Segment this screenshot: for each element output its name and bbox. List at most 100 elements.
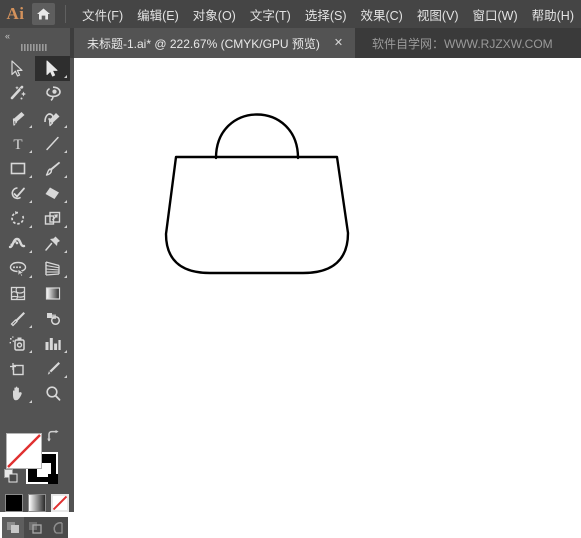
tool-eyedropper[interactable]	[0, 306, 35, 331]
tool-type[interactable]: T	[0, 131, 35, 156]
paintbrush-icon	[45, 161, 60, 176]
menu-effect[interactable]: 效果(C)	[353, 5, 409, 24]
handbag-path[interactable]	[74, 58, 581, 512]
tool-scale[interactable]	[35, 206, 70, 231]
tool-row	[0, 181, 70, 206]
tool-column-graph[interactable]	[35, 331, 70, 356]
illustrator-window: Ai 文件(F) 编辑(E) 对象(O) 文字(T) 选择(S) 效果(C) 视…	[0, 0, 581, 538]
arrow-solid-icon	[46, 60, 58, 77]
home-button[interactable]	[32, 3, 56, 25]
tool-flyout-corner	[29, 325, 32, 328]
tool-rotate[interactable]	[0, 206, 35, 231]
tool-flyout-corner	[29, 225, 32, 228]
artboard-icon	[10, 363, 24, 376]
tool-width[interactable]	[0, 231, 35, 256]
swatch-gradient[interactable]	[28, 494, 46, 512]
document-canvas[interactable]	[74, 58, 581, 512]
draw-inside[interactable]	[46, 517, 68, 538]
color-mode-swatches	[0, 490, 70, 516]
eraser-icon	[45, 187, 59, 199]
tool-lasso[interactable]	[35, 81, 70, 106]
menu-bar: Ai 文件(F) 编辑(E) 对象(O) 文字(T) 选择(S) 效果(C) 视…	[0, 0, 581, 28]
tool-row: T	[0, 131, 70, 156]
menu-type[interactable]: 文字(T)	[243, 5, 298, 24]
tool-row	[0, 206, 70, 231]
home-icon	[37, 8, 51, 20]
fill-swatch[interactable]	[6, 433, 42, 469]
tool-symbol-sprayer[interactable]	[0, 331, 35, 356]
tool-magic-wand[interactable]	[0, 81, 35, 106]
draw-normal-icon	[7, 522, 19, 533]
tool-hand[interactable]	[0, 381, 35, 406]
tool-zoom[interactable]	[35, 381, 70, 406]
symbol-sprayer-icon	[9, 336, 25, 351]
tool-row	[0, 306, 70, 331]
swatch-none[interactable]	[51, 494, 69, 512]
tool-eraser[interactable]	[35, 181, 70, 206]
curvature-icon	[44, 113, 60, 127]
tool-row	[0, 156, 70, 181]
tool-paintbrush[interactable]	[35, 156, 70, 181]
pushpin-icon	[44, 236, 60, 251]
line-icon	[46, 136, 59, 151]
tool-row	[0, 331, 70, 356]
tool-artboard[interactable]	[0, 356, 35, 381]
tool-pen[interactable]	[0, 106, 35, 131]
tool-direct-selection[interactable]	[35, 56, 70, 81]
perspective-grid-icon	[45, 261, 60, 276]
tool-row	[0, 106, 70, 131]
slice-knife-icon	[47, 362, 60, 375]
tool-curvature[interactable]	[35, 106, 70, 131]
scale-icon	[44, 211, 61, 225]
tool-row	[0, 81, 70, 106]
tool-grid: T	[0, 56, 70, 406]
tools-panel: « T	[0, 28, 70, 538]
tool-flyout-corner	[64, 350, 67, 353]
tool-blend[interactable]	[35, 306, 70, 331]
tool-shape-builder[interactable]	[0, 256, 35, 281]
tool-flyout-corner	[64, 125, 67, 128]
tool-line-segment[interactable]	[35, 131, 70, 156]
watermark-text: 软件自学网：WWW.RJZXW.COM	[372, 36, 553, 51]
bar-chart-icon	[45, 338, 61, 350]
tool-gradient[interactable]	[35, 281, 70, 306]
draw-normal[interactable]	[2, 517, 24, 538]
draw-mode-buttons	[2, 517, 68, 538]
none-slash-icon	[7, 434, 41, 468]
shaper-icon	[11, 187, 25, 200]
menu-help[interactable]: 帮助(H)	[525, 5, 581, 24]
swatch-color[interactable]	[5, 494, 23, 512]
default-colors-icon[interactable]	[4, 469, 18, 483]
rectangle-icon	[10, 162, 25, 175]
tool-row	[0, 256, 70, 281]
panel-drag-grip[interactable]	[21, 44, 49, 51]
draw-behind[interactable]	[24, 517, 46, 538]
eyedropper-icon	[10, 312, 25, 327]
none-slash-icon	[53, 496, 67, 510]
tool-flyout-corner	[64, 375, 67, 378]
tool-row	[0, 281, 70, 306]
swap-arrow-icon[interactable]	[46, 430, 60, 443]
tool-flyout-corner	[64, 75, 67, 78]
tool-free-transform[interactable]	[35, 231, 70, 256]
tool-flyout-corner	[64, 200, 67, 203]
tool-mesh[interactable]	[0, 281, 35, 306]
tool-perspective-grid[interactable]	[35, 256, 70, 281]
tool-flyout-corner	[64, 275, 67, 278]
tool-row	[0, 231, 70, 256]
menu-object[interactable]: 对象(O)	[186, 5, 243, 24]
document-tab[interactable]: 未标题-1.ai* @ 222.67% (CMYK/GPU 预览) ✕	[74, 28, 356, 58]
menu-file[interactable]: 文件(F)	[75, 5, 130, 24]
collapse-panel-icon[interactable]: «	[5, 31, 10, 41]
menu-window[interactable]: 窗口(W)	[466, 5, 525, 24]
menu-view[interactable]: 视图(V)	[410, 5, 466, 24]
tool-selection[interactable]	[0, 56, 35, 81]
tool-slice[interactable]	[35, 356, 70, 381]
tool-flyout-corner	[29, 275, 32, 278]
close-icon[interactable]: ✕	[334, 37, 343, 49]
menu-select[interactable]: 选择(S)	[298, 5, 354, 24]
tool-shaper[interactable]	[0, 181, 35, 206]
menu-edit[interactable]: 编辑(E)	[130, 5, 186, 24]
tool-rectangle[interactable]	[0, 156, 35, 181]
tool-flyout-corner	[29, 125, 32, 128]
